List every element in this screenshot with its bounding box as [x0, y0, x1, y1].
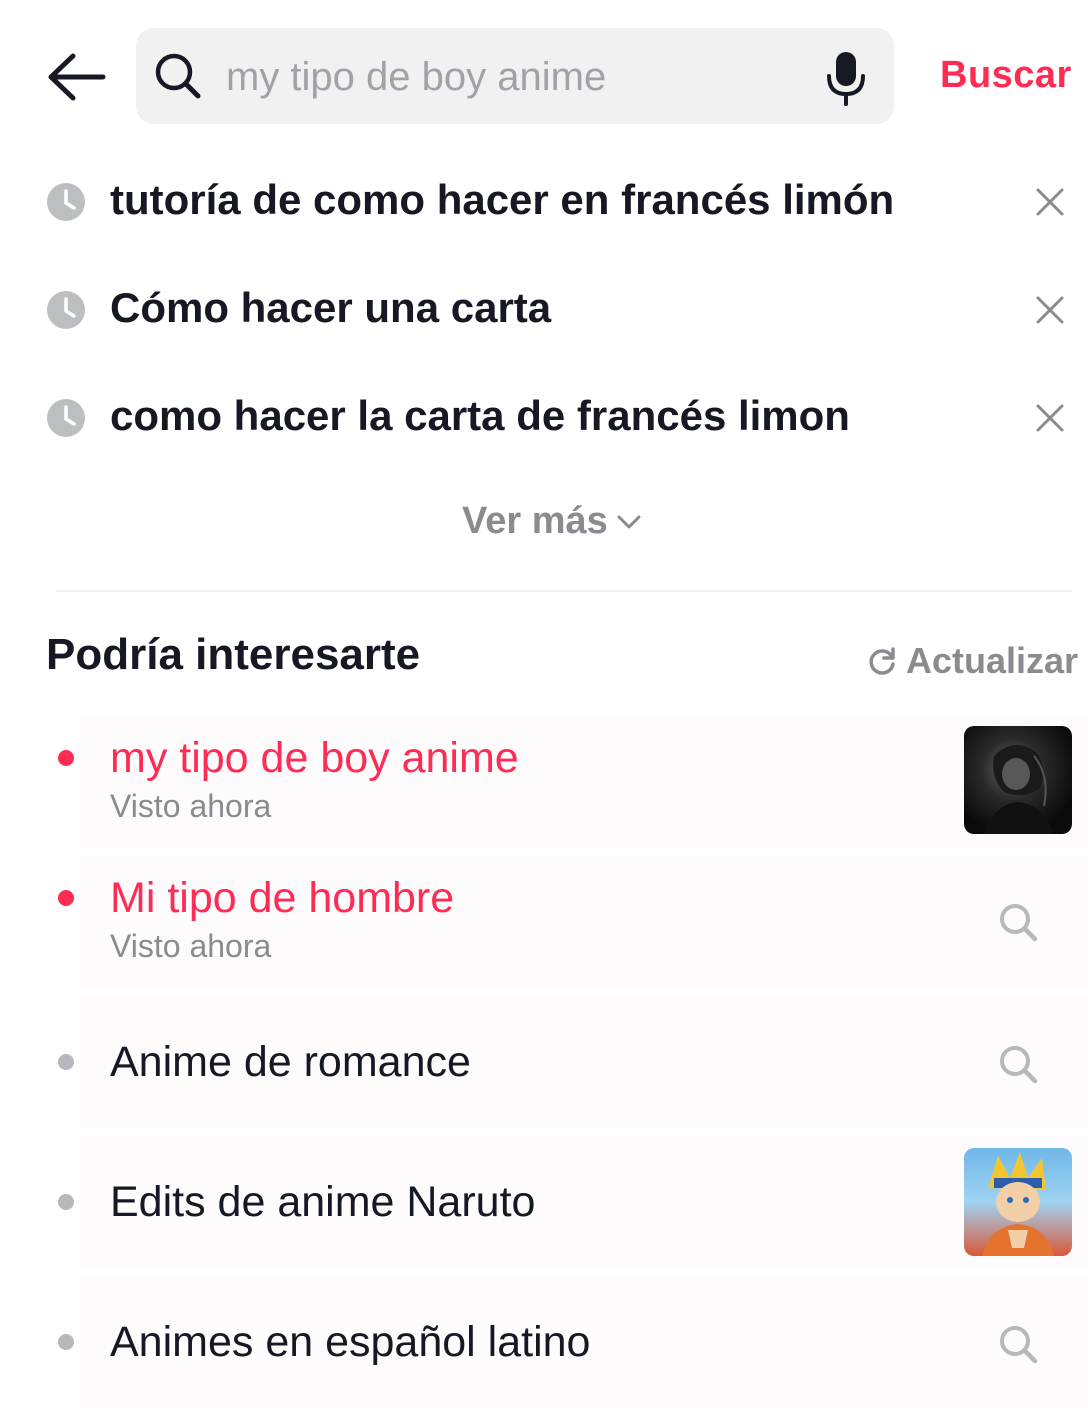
suggestion-subtitle: Visto ahora — [110, 928, 272, 964]
history-item[interactable]: tutoría de como hacer en francés limón — [0, 162, 1088, 242]
search-icon[interactable] — [996, 1322, 1040, 1366]
anime-boy-thumbnail-image — [984, 744, 1054, 834]
clock-icon — [47, 399, 85, 437]
suggestion-dot — [58, 1194, 74, 1210]
suggestion-title: Mi tipo de hombre — [110, 874, 455, 922]
history-item-text: como hacer la carta de francés limon — [110, 392, 850, 439]
trending-dot — [58, 890, 74, 906]
suggestion-title: my tipo de boy anime — [110, 734, 519, 782]
suggestion-title: Anime de romance — [110, 1038, 471, 1086]
naruto-thumbnail-image — [982, 1152, 1054, 1256]
close-icon[interactable] — [1030, 398, 1070, 438]
search-icon — [155, 53, 201, 99]
clock-icon — [47, 291, 85, 329]
suggestion-subtitle: Visto ahora — [110, 788, 272, 824]
refresh-label: Actualizar — [906, 640, 1079, 681]
history-item-text: tutoría de como hacer en francés limón — [110, 176, 895, 223]
trending-dot — [58, 750, 74, 766]
chevron-down-icon — [617, 515, 641, 528]
suggestion-title: Edits de anime Naruto — [110, 1178, 536, 1226]
close-icon[interactable] — [1030, 182, 1070, 222]
search-input[interactable] — [224, 46, 808, 108]
microphone-icon[interactable] — [824, 50, 868, 106]
history-item-text: Cómo hacer una carta — [110, 284, 552, 331]
suggestion-item[interactable]: my tipo de boy anime Visto ahora — [0, 716, 1088, 848]
suggestion-dot — [58, 1054, 74, 1070]
close-icon[interactable] — [1030, 290, 1070, 330]
divider — [56, 590, 1072, 592]
suggestion-thumbnail[interactable] — [964, 1148, 1072, 1256]
suggestion-dot — [58, 1334, 74, 1350]
suggestion-item[interactable]: Animes en español latino — [0, 1276, 1088, 1408]
clock-icon — [47, 183, 85, 221]
search-submit-button[interactable]: Buscar — [940, 54, 1072, 97]
refresh-button[interactable]: Actualizar — [866, 640, 1078, 682]
search-icon[interactable] — [996, 900, 1040, 944]
back-arrow-icon — [48, 53, 106, 101]
history-item[interactable]: como hacer la carta de francés limon — [0, 378, 1088, 458]
see-more-button[interactable]: Ver más — [462, 500, 642, 543]
search-bar[interactable] — [136, 28, 894, 124]
suggestion-thumbnail[interactable] — [964, 726, 1072, 834]
history-item[interactable]: Cómo hacer una carta — [0, 270, 1088, 350]
section-title: Podría interesarte — [46, 630, 421, 679]
suggestion-item[interactable]: Mi tipo de hombre Visto ahora — [0, 856, 1088, 988]
back-button[interactable] — [44, 50, 108, 104]
refresh-icon — [869, 647, 895, 675]
suggestion-item[interactable]: Anime de romance — [0, 996, 1088, 1128]
suggestion-item[interactable]: Edits de anime Naruto — [0, 1136, 1088, 1268]
search-icon[interactable] — [996, 1042, 1040, 1086]
see-more-label: Ver más — [462, 500, 608, 542]
